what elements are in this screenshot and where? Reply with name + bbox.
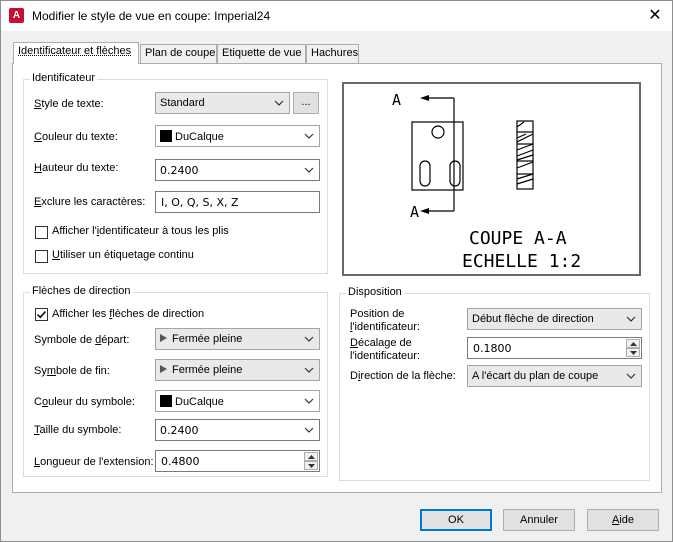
dropdown-value: Fermée pleine [160, 364, 242, 376]
section-view-preview-drawing: A A COUPE A-A ECHELLE 1:2 [392, 91, 581, 272]
show-identifier-all-plies-checkbox[interactable] [35, 226, 48, 239]
dialog-title: Modifier le style de vue en coupe: Imper… [32, 9, 271, 23]
symbol-color-dropdown[interactable]: DuCalque [155, 390, 320, 412]
tab-hatch[interactable]: Hachures [306, 44, 359, 63]
arrow-direction-dropdown[interactable]: A l'écart du plan de coupe [467, 365, 642, 387]
continuous-labeling-label: Utiliser un étiquetage continu [52, 249, 194, 261]
color-swatch [160, 130, 172, 142]
tab-identifier-arrows[interactable]: Identificateur et flèches [13, 42, 139, 64]
preview-letter-bottom: A [410, 203, 419, 221]
tab-label: Identificateur et flèches [18, 45, 132, 57]
help-button-label: ide [619, 514, 635, 526]
preview-pane: A A COUPE A-A ECHELLE 1:2 [342, 82, 641, 276]
arrowhead-icon [160, 365, 167, 373]
extension-length-label: Longueur de l'extension: [34, 456, 154, 468]
spin-up-button[interactable] [626, 339, 640, 348]
identifier-offset-label: Décalage de l'identificateur: [350, 337, 420, 362]
combobox-value: 0.2400 [160, 424, 199, 437]
show-identifier-all-plies-label: Afficher l'identificateur à tous les pli… [52, 225, 229, 237]
extension-length-spinbox[interactable]: 0.4800 [155, 450, 320, 472]
autocad-app-icon: A [9, 8, 24, 23]
start-symbol-label: Symbole de départ: [34, 334, 130, 346]
show-arrows-checkbox[interactable] [35, 308, 48, 321]
start-symbol-dropdown[interactable]: Fermée pleine [155, 328, 320, 350]
spin-down-button[interactable] [626, 348, 640, 357]
chevron-down-icon [304, 398, 314, 404]
layout-group: Disposition Position de l'identificateur… [339, 286, 650, 481]
group-title: Identificateur [30, 72, 97, 84]
identifier-position-label: Position de l'identificateur: [350, 308, 420, 333]
exclude-chars-input[interactable]: I, O, Q, S, X, Z [155, 191, 320, 213]
tab-label: Hachures [311, 47, 359, 59]
spinbox-value: 0.1800 [473, 342, 512, 355]
identifier-offset-spinbox[interactable]: 0.1800 [467, 337, 642, 359]
dropdown-value: Début flèche de direction [472, 313, 594, 325]
tab-view-label[interactable]: Etiquette de vue [217, 44, 306, 63]
dropdown-value: DuCalque [160, 395, 224, 408]
text-color-label: Couleur du texte: [34, 131, 118, 143]
chevron-down-icon [274, 100, 284, 106]
checkmark-icon [36, 310, 47, 319]
browse-text-style-button[interactable]: ... [293, 92, 319, 114]
cancel-button[interactable]: Annuler [503, 509, 575, 531]
chevron-down-icon [626, 373, 636, 379]
dropdown-value: A l'écart du plan de coupe [472, 370, 599, 382]
title-bar: A Modifier le style de vue en coupe: Imp… [1, 1, 672, 31]
color-swatch [160, 395, 172, 407]
spin-up-button[interactable] [304, 452, 318, 461]
exclude-chars-label: Exclure les caractères: [34, 196, 146, 208]
arrow-direction-label: Direction de la flèche: [350, 370, 456, 382]
direction-arrows-group: Flèches de direction Afficher les flèche… [23, 285, 328, 477]
caret-up-icon [630, 342, 637, 346]
dialog-window: A Modifier le style de vue en coupe: Imp… [0, 0, 673, 542]
tab-cutting-plane[interactable]: Plan de coupe [140, 44, 217, 63]
input-value: I, O, Q, S, X, Z [161, 196, 239, 209]
ok-button[interactable]: OK [420, 509, 492, 531]
arrowhead-icon [160, 334, 167, 342]
combobox-value: 0.2400 [160, 164, 199, 177]
text-height-combobox[interactable]: 0.2400 [155, 159, 320, 181]
tab-panel: Identificateur Style de texte: Standard … [12, 63, 662, 493]
tab-label: Etiquette de vue [222, 47, 302, 59]
end-symbol-dropdown[interactable]: Fermée pleine [155, 359, 320, 381]
text-color-dropdown[interactable]: DuCalque [155, 125, 320, 147]
show-arrows-label: Afficher les flèches de direction [52, 308, 205, 320]
group-title: Flèches de direction [30, 285, 133, 297]
group-title: Disposition [346, 286, 404, 298]
tab-label: Plan de coupe [145, 47, 216, 59]
text-style-dropdown[interactable]: Standard [155, 92, 290, 114]
preview-caption-line1: COUPE A-A [469, 228, 567, 249]
symbol-color-label: Couleur du symbole: [34, 396, 135, 408]
spin-down-button[interactable] [304, 461, 318, 470]
close-icon[interactable]: ✕ [644, 5, 666, 27]
symbol-size-label: Taille du symbole: [34, 424, 122, 436]
chevron-down-icon [626, 316, 636, 322]
help-button[interactable]: Aide [587, 509, 659, 531]
dropdown-value: Standard [160, 97, 205, 109]
dropdown-value: DuCalque [160, 130, 224, 143]
identifier-group: Identificateur Style de texte: Standard … [23, 72, 328, 274]
text-height-label: Hauteur du texte: [34, 162, 119, 174]
chevron-down-icon [304, 167, 314, 173]
caret-up-icon [308, 455, 315, 459]
chevron-down-icon [304, 367, 314, 373]
chevron-down-icon [304, 133, 314, 139]
continuous-labeling-checkbox[interactable] [35, 250, 48, 263]
caret-down-icon [308, 464, 315, 468]
spinbox-value: 0.4800 [161, 455, 200, 468]
dropdown-value: Fermée pleine [160, 333, 242, 345]
caret-down-icon [630, 351, 637, 355]
symbol-size-combobox[interactable]: 0.2400 [155, 419, 320, 441]
text-style-label: Style de texte: [34, 98, 104, 110]
preview-caption-line2: ECHELLE 1:2 [462, 251, 581, 272]
chevron-down-icon [304, 336, 314, 342]
chevron-down-icon [304, 427, 314, 433]
end-symbol-label: Symbole de fin: [34, 365, 110, 377]
identifier-position-dropdown[interactable]: Début flèche de direction [467, 308, 642, 330]
preview-letter-top: A [392, 91, 401, 109]
